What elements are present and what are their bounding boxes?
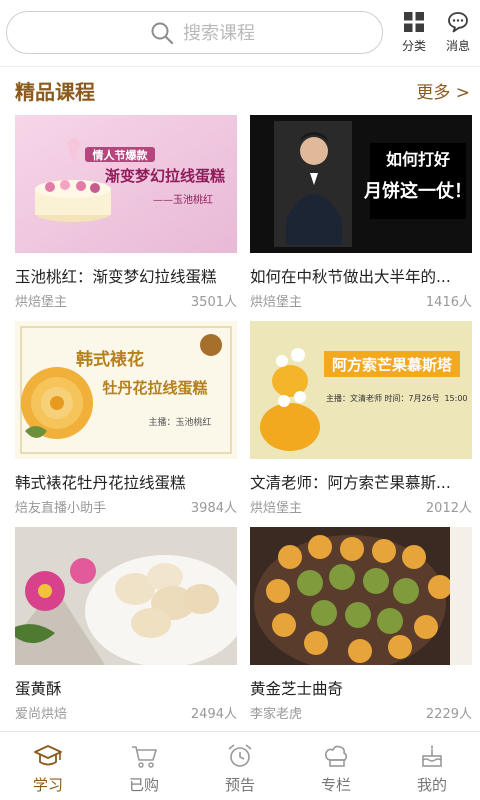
course-card[interactable]: 情人节爆款 渐变梦幻拉线蛋糕 ——玉池桃红 玉池桃红：渐变梦幻拉线蛋糕 烘焙堡主… (15, 115, 237, 310)
thumb-text: 15:00 (444, 394, 467, 403)
course-thumbnail (15, 527, 237, 665)
search-box[interactable] (6, 11, 383, 54)
course-learner-count: 3501人 (190, 295, 237, 310)
course-learner-count: 2229人 (425, 707, 472, 722)
course-card[interactable]: 黄金芝士曲奇 李家老虎 2229人 (250, 527, 472, 722)
messages-label: 消息 (445, 39, 470, 53)
nav-item-study[interactable]: 学习 (0, 732, 96, 800)
course-author: 李家老虎 (250, 707, 303, 722)
course-thumbnail: 阿方索芒果慕斯塔 主播：文清老师 时间：7月26号 15:00 (250, 321, 472, 459)
nav-item-column[interactable]: 专栏 (288, 732, 384, 800)
course-title: 如何在中秋节做出大半年的... (250, 268, 451, 286)
chat-bubble-icon (448, 12, 468, 33)
grid-icon (404, 12, 424, 32)
thumb-text: 韩式裱花 (76, 349, 144, 370)
course-thumbnail: 韩式裱花 牡丹花拉线蛋糕 主播：玉池桃红 (15, 321, 237, 459)
thumb-text: 月饼这一仗！ (363, 180, 472, 202)
nav-label: 专栏 (320, 776, 351, 794)
thumb-text: 牡丹花拉线蛋糕 (102, 379, 207, 397)
thumb-text: 渐变梦幻拉线蛋糕 (105, 167, 225, 185)
section-title: 精品课程 (15, 80, 95, 104)
course-card[interactable]: 韩式裱花 牡丹花拉线蛋糕 主播：玉池桃红 韩式裱花牡丹花拉线蛋糕 焙友直播小助手… (15, 321, 237, 516)
alarm-clock-icon (228, 744, 252, 767)
graduation-cap-icon (34, 745, 62, 766)
cake-icon (422, 745, 442, 767)
course-author: 烘焙堡主 (15, 295, 68, 310)
course-author: 烘焙堡主 (250, 295, 303, 310)
more-link[interactable]: 更多 > (416, 78, 470, 103)
course-card[interactable]: 阿方索芒果慕斯塔 主播：文清老师 时间：7月26号 15:00 文清老师：阿方索… (250, 321, 472, 516)
app-root: 分类 消息 精品课程 更多 > (0, 0, 480, 800)
course-title: 韩式裱花牡丹花拉线蛋糕 (15, 474, 186, 492)
nav-item-mine[interactable]: 我的 (384, 732, 480, 800)
thumb-text: 主播：文清老师 (326, 393, 382, 403)
search-input[interactable] (183, 20, 363, 46)
course-title: 蛋黄酥 (15, 680, 62, 698)
chef-hat-icon (325, 745, 348, 767)
top-bar: 分类 消息 (0, 0, 480, 66)
course-learner-count: 2012人 (425, 501, 472, 516)
course-author: 爱尚烘焙 (15, 707, 68, 722)
thumb-text: 时间：7月26号 (384, 393, 439, 403)
course-card[interactable]: 蛋黄酥 爱尚烘焙 2494人 (15, 527, 237, 722)
header-divider (0, 66, 480, 67)
course-author: 烘焙堡主 (250, 501, 303, 516)
nav-item-purchased[interactable]: 已购 (96, 732, 192, 800)
course-learner-count: 1416人 (425, 295, 472, 310)
thumb-text: 主播：玉池桃红 (148, 416, 211, 428)
course-learner-count: 3984人 (190, 501, 237, 516)
nav-item-preview[interactable]: 预告 (192, 732, 288, 800)
course-title: 玉池桃红：渐变梦幻拉线蛋糕 (15, 268, 217, 286)
thumb-text: 情人节爆款 (93, 148, 149, 162)
course-thumbnail (250, 527, 472, 665)
nav-label: 我的 (416, 776, 447, 794)
search-icon (151, 22, 174, 45)
cart-icon (132, 746, 157, 768)
bottom-nav: 学习 已购 预告 专栏 我的 (0, 731, 480, 800)
nav-label: 学习 (32, 776, 63, 794)
course-learner-count: 2494人 (190, 707, 237, 722)
category-label: 分类 (401, 39, 426, 53)
course-thumbnail: 如何打好 月饼这一仗！ (250, 115, 472, 253)
category-button[interactable]: 分类 (394, 9, 434, 57)
thumb-text: 如何打好 (386, 150, 450, 169)
nav-label: 预告 (224, 776, 255, 794)
course-title: 黄金芝士曲奇 (250, 680, 344, 698)
thumb-text: 阿方索芒果慕斯塔 (332, 356, 453, 374)
messages-button[interactable]: 消息 (438, 9, 478, 57)
course-thumbnail: 情人节爆款 渐变梦幻拉线蛋糕 ——玉池桃红 (15, 115, 237, 253)
course-card[interactable]: 如何打好 月饼这一仗！ 如何在中秋节做出大半年的... 烘焙堡主 1416人 (250, 115, 472, 310)
thumb-text: ——玉池桃红 (153, 193, 213, 206)
course-author: 焙友直播小助手 (15, 501, 107, 516)
course-title: 文清老师：阿方索芒果慕斯... (250, 474, 451, 492)
nav-label: 已购 (128, 776, 159, 794)
